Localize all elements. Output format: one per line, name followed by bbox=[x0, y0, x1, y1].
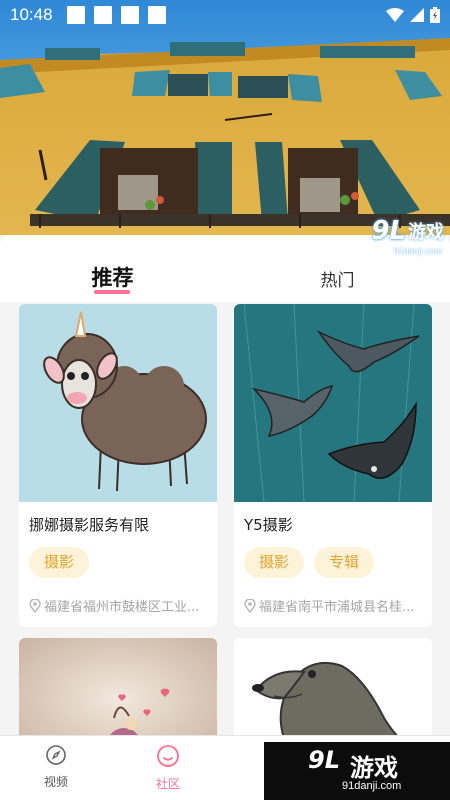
nav-label: 社区 bbox=[155, 777, 180, 791]
watermark-mark: 9L bbox=[308, 746, 340, 774]
address-text: 福建省南平市浦城县名桂... bbox=[259, 600, 415, 615]
hero-banner[interactable] bbox=[0, 0, 450, 235]
location-pin-icon bbox=[244, 598, 256, 613]
tab-label: 热门 bbox=[320, 271, 355, 291]
tag-list: 摄影 专辑 bbox=[244, 547, 375, 578]
tab-label: 推荐 bbox=[91, 266, 134, 290]
card-title: 挪娜摄影服务有限 bbox=[29, 516, 150, 534]
tab-active-indicator bbox=[94, 290, 130, 294]
watermark-text: 游戏 bbox=[408, 222, 444, 243]
card-title: Y5摄影 bbox=[244, 516, 293, 534]
watermark-mark: 9L bbox=[371, 216, 406, 246]
smiley-icon bbox=[157, 745, 179, 767]
location-pin-icon bbox=[29, 598, 41, 613]
notification-icon bbox=[120, 6, 139, 24]
notification-icon bbox=[147, 6, 166, 24]
tag-badge[interactable]: 摄影 bbox=[244, 547, 305, 578]
signal-icon bbox=[410, 8, 424, 22]
watermark-logo: 9L 游戏 bbox=[371, 218, 444, 244]
studio-card[interactable]: 挪娜摄影服务有限 摄影 福建省福州市鼓楼区工业... bbox=[19, 304, 217, 627]
notification-icon bbox=[66, 6, 85, 24]
status-time: 10:48 bbox=[10, 5, 53, 24]
card-address: 福建省南平市浦城县名桂... bbox=[244, 596, 424, 615]
watermark-url: 91danji.com bbox=[342, 780, 402, 792]
building-facade-image bbox=[0, 0, 450, 235]
notification-icon bbox=[93, 6, 112, 24]
nav-community[interactable]: 社区 bbox=[138, 744, 198, 792]
battery-icon bbox=[430, 7, 440, 23]
tag-badge[interactable]: 专辑 bbox=[314, 547, 375, 578]
tag-list: 摄影 bbox=[29, 547, 90, 578]
watermark-url: 91danji.com bbox=[393, 246, 442, 256]
address-text: 福建省福州市鼓楼区工业... bbox=[44, 600, 200, 615]
watermark-text: 游戏 bbox=[350, 754, 398, 782]
nav-label: 视频 bbox=[43, 775, 68, 789]
compass-icon bbox=[46, 745, 66, 765]
nav-video[interactable]: 视频 bbox=[26, 744, 86, 790]
wifi-icon bbox=[386, 8, 404, 22]
tag-badge[interactable]: 摄影 bbox=[29, 547, 90, 578]
card-address: 福建省福州市鼓楼区工业... bbox=[29, 596, 209, 615]
sheep-illustration bbox=[19, 304, 217, 502]
tab-recommended[interactable]: 推荐 bbox=[0, 235, 225, 302]
manta-ray-illustration bbox=[234, 304, 432, 503]
studio-card[interactable]: Y5摄影 摄影 专辑 福建省南平市浦城县名桂... bbox=[234, 304, 432, 627]
watermark-banner: 9L 游戏 91danji.com bbox=[264, 742, 450, 800]
status-bar: 10:48 bbox=[0, 0, 450, 30]
